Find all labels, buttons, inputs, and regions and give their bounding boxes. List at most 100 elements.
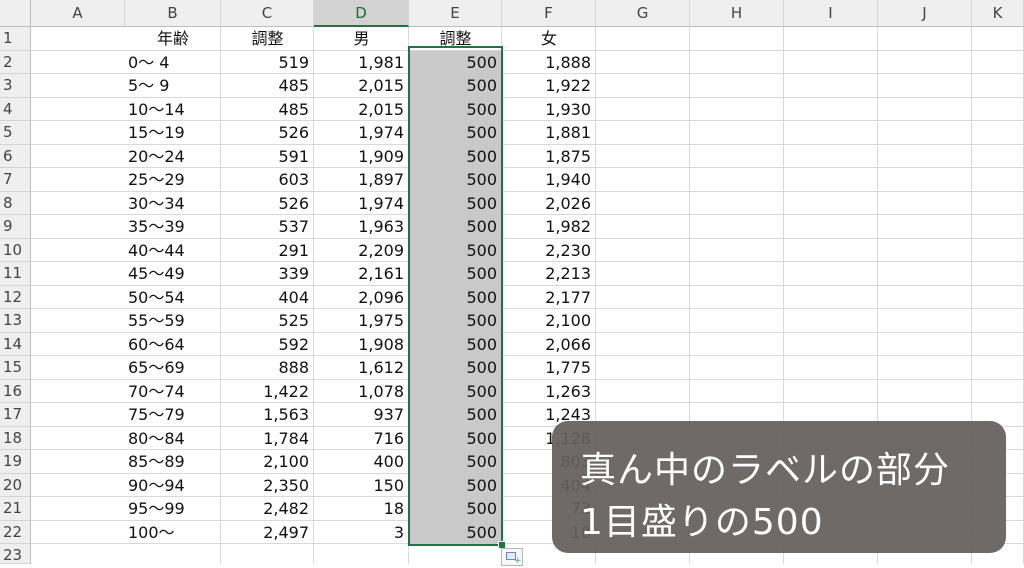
column-header-a[interactable]: A	[31, 0, 125, 27]
select-all-corner[interactable]	[0, 0, 31, 27]
row-header-6[interactable]: 6	[0, 144, 31, 168]
row-header-12[interactable]: 12	[0, 285, 31, 309]
cell-female[interactable]: 2,026	[502, 192, 596, 216]
cell-male[interactable]: 2,015	[314, 98, 409, 122]
cell-age[interactable]: 60～64	[125, 333, 221, 357]
cell-male[interactable]: 1,908	[314, 333, 409, 357]
column-header-b[interactable]: B	[125, 0, 221, 27]
cell-age[interactable]: 90～94	[125, 474, 221, 498]
cell-male[interactable]: 2,015	[314, 74, 409, 98]
cell-adjust[interactable]: 526	[221, 192, 314, 216]
cell-female[interactable]: 1,775	[502, 356, 596, 380]
column-header-g[interactable]: G	[596, 0, 690, 27]
cell-female[interactable]: 2,213	[502, 262, 596, 286]
cell-female[interactable]: 1,263	[502, 380, 596, 404]
cell-age[interactable]: 25～29	[125, 168, 221, 192]
cell-adjust[interactable]: 1,422	[221, 380, 314, 404]
cell-adjust[interactable]: 525	[221, 309, 314, 333]
cell-age[interactable]: 20～24	[125, 145, 221, 169]
cell-female[interactable]: 女	[502, 27, 596, 51]
cell-adjust[interactable]: 1,784	[221, 427, 314, 451]
cell-age[interactable]: 10～14	[125, 98, 221, 122]
cell-female[interactable]: 1,940	[502, 168, 596, 192]
selection-border[interactable]	[408, 46, 503, 546]
cell-adjust[interactable]: 888	[221, 356, 314, 380]
row-header-9[interactable]: 9	[0, 215, 31, 239]
cell-age[interactable]: 50～54	[125, 286, 221, 310]
cell-male[interactable]: 1,963	[314, 215, 409, 239]
cell-female[interactable]: 1,930	[502, 98, 596, 122]
cell-age[interactable]: 0～ 4	[125, 51, 221, 75]
cell-age[interactable]: 70～74	[125, 380, 221, 404]
row-header-11[interactable]: 11	[0, 262, 31, 286]
row-header-7[interactable]: 7	[0, 168, 31, 192]
cell-adjust[interactable]: 339	[221, 262, 314, 286]
cell-age[interactable]: 15～19	[125, 121, 221, 145]
row-header-2[interactable]: 2	[0, 50, 31, 74]
row-header-10[interactable]: 10	[0, 238, 31, 262]
row-header-23[interactable]: 23	[0, 544, 31, 564]
cell-male[interactable]: 2,096	[314, 286, 409, 310]
column-header-j[interactable]: J	[878, 0, 972, 27]
row-header-8[interactable]: 8	[0, 191, 31, 215]
cell-male[interactable]: 2,161	[314, 262, 409, 286]
cell-adjust[interactable]: 485	[221, 74, 314, 98]
row-header-22[interactable]: 22	[0, 520, 31, 544]
cell-adjust[interactable]: 2,497	[221, 521, 314, 545]
cell-adjust[interactable]: 592	[221, 333, 314, 357]
cell-female[interactable]: 1,875	[502, 145, 596, 169]
cell-male[interactable]: 400	[314, 450, 409, 474]
row-header-1[interactable]: 1	[0, 27, 31, 51]
cell-female[interactable]: 2,230	[502, 239, 596, 263]
cell-female[interactable]: 2,066	[502, 333, 596, 357]
row-header-3[interactable]: 3	[0, 74, 31, 98]
cell-male[interactable]: 1,981	[314, 51, 409, 75]
cell-adjust[interactable]: 2,100	[221, 450, 314, 474]
quick-analysis-icon[interactable]: +	[501, 548, 523, 566]
row-header-5[interactable]: 5	[0, 121, 31, 145]
cell-age[interactable]: 100～	[125, 521, 221, 545]
cell-male[interactable]: 1,975	[314, 309, 409, 333]
cell-adjust[interactable]: 2,482	[221, 497, 314, 521]
column-header-i[interactable]: I	[784, 0, 878, 27]
row-header-4[interactable]: 4	[0, 97, 31, 121]
cell-adjust[interactable]: 404	[221, 286, 314, 310]
cell-adjust[interactable]: 調整	[221, 27, 314, 51]
cell-adjust[interactable]: 1,563	[221, 403, 314, 427]
row-header-16[interactable]: 16	[0, 379, 31, 403]
row-header-20[interactable]: 20	[0, 473, 31, 497]
row-header-21[interactable]: 21	[0, 497, 31, 521]
cell-male[interactable]: 1,612	[314, 356, 409, 380]
cell-male[interactable]: 2,209	[314, 239, 409, 263]
column-header-c[interactable]: C	[221, 0, 314, 27]
cell-age[interactable]: 55～59	[125, 309, 221, 333]
cell-female[interactable]: 1,888	[502, 51, 596, 75]
row-header-18[interactable]: 18	[0, 426, 31, 450]
column-header-k[interactable]: K	[972, 0, 1024, 27]
cell-age[interactable]: 85～89	[125, 450, 221, 474]
cell-adjust[interactable]: 537	[221, 215, 314, 239]
cell-adjust[interactable]: 291	[221, 239, 314, 263]
cell-male[interactable]: 150	[314, 474, 409, 498]
cell-male[interactable]: 1,974	[314, 121, 409, 145]
cell-age[interactable]: 80～84	[125, 427, 221, 451]
row-header-15[interactable]: 15	[0, 356, 31, 380]
cell-adjust[interactable]: 603	[221, 168, 314, 192]
column-header-e[interactable]: E	[409, 0, 502, 27]
cell-age[interactable]: 30～34	[125, 192, 221, 216]
cell-male[interactable]: 1,897	[314, 168, 409, 192]
cell-age[interactable]: 75～79	[125, 403, 221, 427]
cell-age[interactable]: 40～44	[125, 239, 221, 263]
cell-male[interactable]: 716	[314, 427, 409, 451]
cell-age[interactable]: 45～49	[125, 262, 221, 286]
cell-adjust[interactable]: 2,350	[221, 474, 314, 498]
column-header-d[interactable]: D	[314, 0, 409, 27]
cell-age[interactable]: 65～69	[125, 356, 221, 380]
row-header-14[interactable]: 14	[0, 332, 31, 356]
cell-adjust[interactable]: 485	[221, 98, 314, 122]
cell-female[interactable]: 1,982	[502, 215, 596, 239]
cell-male[interactable]: 937	[314, 403, 409, 427]
cell-age[interactable]: 95～99	[125, 497, 221, 521]
cell-age[interactable]: 35～39	[125, 215, 221, 239]
cell-male[interactable]: 3	[314, 521, 409, 545]
